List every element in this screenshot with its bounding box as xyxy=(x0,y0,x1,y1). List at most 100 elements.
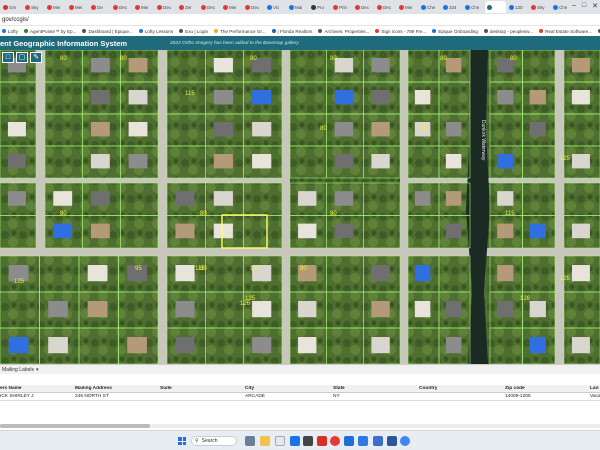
word-icon[interactable] xyxy=(387,436,397,446)
tab-label: Mei xyxy=(53,4,61,10)
browser-tab[interactable]: Dec xyxy=(199,1,220,13)
house-roof xyxy=(334,191,354,206)
bookmark-item[interactable]: Exu | Login xyxy=(179,29,208,34)
tab-label: Che xyxy=(559,4,568,10)
parcel-number: 115 xyxy=(185,91,195,97)
parcel-number: 80 xyxy=(60,211,67,217)
task-view-icon[interactable] xyxy=(245,436,255,446)
pan-tool-icon[interactable]: ▢ xyxy=(16,52,28,63)
browser-tab[interactable]: De xyxy=(89,1,110,13)
browser-tab[interactable]: Mei xyxy=(45,1,66,13)
browser-tab[interactable]: Sky xyxy=(23,1,44,13)
bookmark-item[interactable]: Archives: Properties... xyxy=(318,29,369,34)
scrollbar-thumb[interactable] xyxy=(0,424,150,428)
house-roof xyxy=(414,301,431,318)
bookmark-item[interactable]: Lofty Lessons xyxy=(138,29,173,34)
column-header[interactable]: City xyxy=(245,386,254,391)
horizontal-scrollbar[interactable] xyxy=(0,424,600,428)
parcel-number: 115 xyxy=(195,266,205,272)
bookmark-item[interactable]: AgentPointe™ by Ep... xyxy=(23,29,76,34)
minimize-icon[interactable]: – xyxy=(572,2,576,10)
house-roof xyxy=(445,223,462,239)
bookmark-item[interactable]: desktop - peoplesw... xyxy=(483,28,534,34)
tab-favicon-icon xyxy=(553,4,558,10)
draw-tool-icon[interactable]: ✎ xyxy=(30,52,42,63)
column-header[interactable]: Zip code xyxy=(505,386,525,391)
bookmark-item[interactable]: | Florida Realtors xyxy=(271,29,312,34)
browser-tab[interactable]: Che xyxy=(551,1,572,13)
url-text[interactable]: gov/ccgis/ xyxy=(2,17,29,23)
store-icon[interactable] xyxy=(373,436,383,446)
browser-tab[interactable]: Che xyxy=(463,1,484,13)
browser-tab[interactable]: Zer xyxy=(177,1,198,13)
house-roof xyxy=(334,154,354,169)
browser-tab[interactable]: Sky xyxy=(529,1,550,13)
browser-tab[interactable]: Mei xyxy=(133,1,154,13)
browser-icon[interactable] xyxy=(400,436,410,446)
bookmark-item[interactable]: Epique Onboarding xyxy=(432,29,478,34)
column-header[interactable]: Lan xyxy=(590,386,599,391)
browser-tab[interactable]: 334 xyxy=(441,1,462,13)
chrome-icon[interactable] xyxy=(330,436,340,446)
browser-tab[interactable]: Dec xyxy=(353,1,374,13)
notepad-icon[interactable] xyxy=(275,436,285,446)
browser-tab[interactable] xyxy=(485,1,506,13)
house-roof xyxy=(571,223,590,239)
vscode-icon[interactable] xyxy=(358,436,368,446)
column-header[interactable]: Mailing Address xyxy=(75,386,112,391)
chrome-blue-icon[interactable] xyxy=(290,436,300,446)
browser-tab[interactable]: Che xyxy=(419,1,440,13)
bookmark-favicon-icon xyxy=(318,29,323,33)
column-header[interactable]: Country xyxy=(419,386,437,391)
mailing-labels-tab[interactable]: Mailing Labels ▾ xyxy=(0,364,600,374)
red-app-icon[interactable] xyxy=(317,436,327,446)
chevron-down-icon[interactable]: ▾ xyxy=(36,367,39,373)
taskbar-search[interactable]: ⚲ Search xyxy=(191,436,237,446)
table-header: ers Name Mailing Address Suite City State Cou… xyxy=(0,385,600,393)
house-roof xyxy=(497,301,514,318)
browser-tab[interactable]: Mei xyxy=(221,1,242,13)
browser-tab[interactable]: Mei xyxy=(67,1,88,13)
column-header[interactable]: State xyxy=(333,386,345,391)
browser-tab[interactable]: Pro xyxy=(309,1,330,13)
column-header[interactable]: ers Name xyxy=(0,386,22,391)
house-roof xyxy=(497,265,514,282)
bookmark-item[interactable]: Dashboard | Epique... xyxy=(82,29,133,34)
maximize-icon[interactable]: □ xyxy=(582,2,586,10)
browser-tab[interactable]: 130 xyxy=(507,1,528,13)
browser-tab[interactable]: Prin xyxy=(331,1,352,13)
aerial-map[interactable]: Dunkirk Waterway 80 125 80 125 80 115 95 80 80 80… xyxy=(0,50,600,364)
bookmark-label: desktop - peoplesw... xyxy=(489,28,534,34)
house-roof xyxy=(213,90,233,105)
tab-favicon-icon xyxy=(377,4,382,10)
browser-tab[interactable]: Mai xyxy=(287,1,308,13)
tab-favicon-icon xyxy=(289,4,294,10)
browser-tab[interactable]: Dec xyxy=(375,1,396,13)
windows-start-icon[interactable] xyxy=(178,437,186,445)
house-roof xyxy=(87,265,108,282)
browser-tab[interactable]: Vic xyxy=(265,1,286,13)
house-roof xyxy=(128,122,148,137)
browser-tab[interactable]: Dec xyxy=(155,1,176,13)
terminal-icon[interactable] xyxy=(303,436,313,446)
file-explorer-icon[interactable] xyxy=(260,436,270,446)
bookmark-item[interactable]: Real Estate Software... xyxy=(539,29,592,34)
settings-icon[interactable] xyxy=(344,436,354,446)
browser-tab[interactable]: Mei xyxy=(397,1,418,13)
close-icon[interactable]: ✕ xyxy=(592,2,598,10)
waterway-label: Dunkirk Waterway xyxy=(480,120,486,161)
bookmark-item[interactable]: Lofty xyxy=(2,29,18,34)
bookmark-item[interactable]: Sign icons - 789 Fre... xyxy=(375,29,426,34)
house-roof xyxy=(87,301,108,318)
house-roof xyxy=(371,301,390,318)
table-row[interactable]: ICK SHIRLEY J 245 NORTH ST ARCADE NY 14009-1… xyxy=(0,393,600,401)
browser-tab[interactable]: Dec xyxy=(111,1,132,13)
mailing-labels-label[interactable]: Mailing Labels xyxy=(2,367,34,373)
parcel-number: 125 xyxy=(560,156,571,162)
select-tool-icon[interactable]: □ xyxy=(2,52,14,63)
address-bar[interactable]: gov/ccgis/ xyxy=(0,14,600,26)
bookmark-item[interactable]: The Performance Gr... xyxy=(214,29,266,34)
column-header[interactable]: Suite xyxy=(160,386,172,391)
browser-tab[interactable]: Gm xyxy=(1,1,22,13)
browser-tab[interactable]: Dec xyxy=(243,1,264,13)
